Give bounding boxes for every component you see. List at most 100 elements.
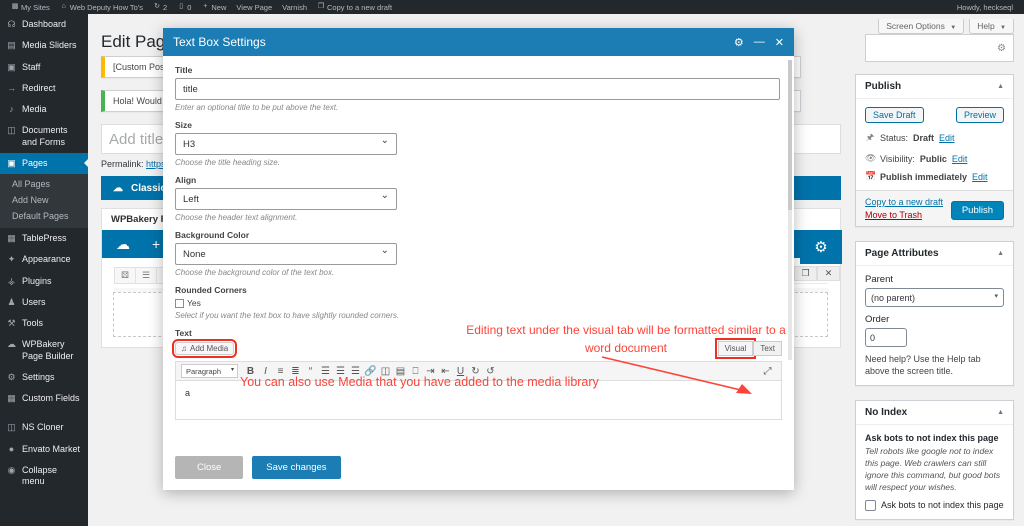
- status-edit-link[interactable]: Edit: [939, 133, 955, 143]
- gear-icon[interactable]: ⚙: [997, 43, 1006, 54]
- rounded-corners-checkbox[interactable]: [175, 298, 184, 308]
- adminbar-item-howdy[interactable]: Howdy, heckseql: [952, 0, 1018, 14]
- background-color-select[interactable]: None: [175, 243, 397, 265]
- submenu-item-add-new[interactable]: Add New: [0, 192, 88, 208]
- minimize-icon[interactable]: —: [754, 36, 765, 48]
- sidebar-item-wpbakery[interactable]: ☁ WPBakery Page Builder: [0, 334, 88, 367]
- sidebar-item-users[interactable]: ♟ Users: [0, 292, 88, 313]
- add-media-button[interactable]: ♫ Add Media: [171, 339, 238, 358]
- sidebar-item-tablepress[interactable]: ▦ TablePress: [0, 228, 88, 249]
- add-element-plus-icon[interactable]: +: [152, 236, 160, 252]
- appearance-icon: ✦: [7, 254, 16, 265]
- table-icon: ▦: [7, 233, 16, 243]
- sidebar-item-tools[interactable]: ⚒ Tools: [0, 313, 88, 334]
- adminbar-item-my-sites[interactable]: ▩ My Sites: [6, 0, 55, 14]
- sidebar-item-envato-market[interactable]: ● Envato Market: [0, 439, 88, 460]
- envato-icon: ●: [8, 443, 15, 454]
- size-select[interactable]: H3: [175, 133, 397, 155]
- background-color-desc: Choose the background color of the text …: [175, 268, 335, 277]
- sidebar-item-media[interactable]: ♪ Media: [0, 99, 88, 120]
- close-icon[interactable]: ✕: [775, 36, 784, 49]
- adminbar-item-comments[interactable]: ▯ 0: [172, 0, 196, 14]
- media-icon: ♪: [9, 104, 14, 114]
- sidebar-item-label: Custom Fields: [22, 393, 80, 403]
- sidebar-item-documents-forms[interactable]: ◫ Documents and Forms: [0, 120, 88, 153]
- no-index-checkbox-row[interactable]: Ask bots to not index this page: [865, 499, 1004, 511]
- close-button[interactable]: Close: [175, 455, 244, 479]
- visibility-edit-link[interactable]: Edit: [952, 154, 968, 164]
- move-to-trash-link[interactable]: Move to Trash: [865, 210, 943, 220]
- permalink-label: Permalink:: [101, 159, 144, 169]
- order-input[interactable]: 0: [865, 328, 907, 347]
- adminbar-item-new[interactable]: + New: [196, 0, 231, 14]
- page-attributes-title: Page Attributes: [865, 248, 939, 259]
- publish-button[interactable]: Publish: [950, 201, 1004, 220]
- rounded-corners-checkbox-row[interactable]: Yes: [175, 298, 782, 308]
- panel-gear-box: ⚙: [865, 34, 1014, 62]
- text-box-settings-modal: Text Box Settings ⚙ — ✕ Title title Ente…: [163, 28, 794, 490]
- wpbakery-logo-icon: ☁: [113, 182, 123, 194]
- submenu-item-all-pages[interactable]: All Pages: [0, 176, 88, 192]
- element-copy-icon[interactable]: ❐: [794, 266, 817, 281]
- eye-icon: 👁: [865, 153, 877, 163]
- adminbar-item-varnish[interactable]: Varnish: [277, 0, 312, 14]
- adminbar-item-revisions[interactable]: ↻ 2: [148, 0, 172, 14]
- parent-label: Parent: [865, 274, 893, 285]
- chevron-up-icon[interactable]: ▲: [997, 250, 1004, 257]
- no-index-checkbox-label: Ask bots to not index this page: [881, 500, 1004, 511]
- calendar-icon: 📅: [865, 171, 877, 181]
- element-close-icon[interactable]: ✕: [817, 266, 840, 281]
- help-button[interactable]: Help ▼: [969, 19, 1014, 34]
- sidebar-item-plugins[interactable]: ⚶ Plugins: [0, 271, 88, 292]
- add-media-label: Add Media: [190, 344, 229, 353]
- format-select[interactable]: Paragraph: [181, 364, 238, 378]
- menu-icon[interactable]: ☰: [135, 266, 156, 284]
- shuffle-icon[interactable]: ⚄: [114, 266, 135, 284]
- gear-icon[interactable]: ⚙: [734, 36, 744, 49]
- adminbar-item-view-page[interactable]: View Page: [231, 0, 277, 14]
- no-index-title: No Index: [865, 407, 908, 419]
- sidebar-item-label: Pages: [22, 157, 48, 168]
- chevron-up-icon[interactable]: ▲: [997, 409, 1004, 416]
- rounded-corners-checkbox-label: Yes: [187, 298, 201, 308]
- no-index-heading: Ask bots to not index this page: [865, 433, 999, 444]
- sidebar-item-appearance[interactable]: ✦ Appearance: [0, 249, 88, 270]
- sidebar-item-dashboard[interactable]: ☊ Dashboard: [0, 14, 88, 35]
- title-field-label: Title: [175, 65, 193, 75]
- wpbakery-logo-icon[interactable]: ☁: [116, 236, 130, 253]
- screen-options-button[interactable]: Screen Options ▼: [878, 19, 965, 34]
- custom-fields-icon: ▦: [7, 393, 16, 403]
- modal-scrollbar[interactable]: [788, 60, 792, 360]
- wordpress-logo-icon: ▩: [11, 3, 19, 10]
- media-sliders-icon: ▤: [7, 40, 16, 51]
- no-index-checkbox[interactable]: [865, 499, 876, 511]
- sidebar-item-ns-cloner[interactable]: ◫ NS Cloner: [0, 417, 88, 438]
- parent-select[interactable]: (no parent): [865, 288, 1004, 307]
- adminbar-item-copy-draft[interactable]: ❐ Copy to a new draft: [312, 0, 397, 14]
- save-changes-button[interactable]: Save changes: [252, 455, 341, 479]
- element-edit-gear-icon[interactable]: ⚙: [800, 230, 842, 264]
- adminbar-item-site-name[interactable]: ⌂ Web Deputy How To's: [55, 0, 148, 14]
- sidebar-item-staff[interactable]: ▣ Staff: [0, 57, 88, 78]
- page-attributes-help: Need help? Use the Help tab above the sc…: [865, 354, 981, 377]
- align-select[interactable]: Left: [175, 188, 397, 210]
- sidebar-item-label: Envato Market: [22, 443, 81, 454]
- sidebar-item-custom-fields[interactable]: ▦ Custom Fields: [0, 388, 88, 409]
- submenu-item-default-pages[interactable]: Default Pages: [0, 208, 88, 224]
- preview-button[interactable]: Preview: [955, 107, 1004, 123]
- sidebar-item-collapse-menu[interactable]: ◉ Collapse menu: [0, 460, 88, 493]
- copy-to-new-draft-link[interactable]: Copy to a new draft: [865, 197, 943, 207]
- sidebar-item-label: Media Sliders: [22, 40, 77, 51]
- chevron-up-icon[interactable]: ▲: [997, 83, 1004, 90]
- sidebar-item-pages[interactable]: ▣ Pages: [0, 152, 89, 174]
- schedule-edit-link[interactable]: Edit: [972, 172, 988, 182]
- sidebar-item-media-sliders[interactable]: ▤ Media Sliders: [0, 35, 88, 56]
- sidebar-item-settings[interactable]: ⚙ Settings: [0, 367, 88, 388]
- align-field-desc: Choose the header text alignment.: [175, 213, 298, 222]
- fullscreen-icon[interactable]: ⤢: [760, 363, 775, 380]
- title-field-input[interactable]: title: [175, 78, 780, 100]
- save-draft-button[interactable]: Save Draft: [865, 107, 924, 123]
- modal-footer: Close Save changes: [163, 444, 794, 490]
- publish-box-links: Copy to a new draft Move to Trash: [865, 197, 943, 220]
- sidebar-item-redirect[interactable]: → Redirect: [0, 78, 88, 99]
